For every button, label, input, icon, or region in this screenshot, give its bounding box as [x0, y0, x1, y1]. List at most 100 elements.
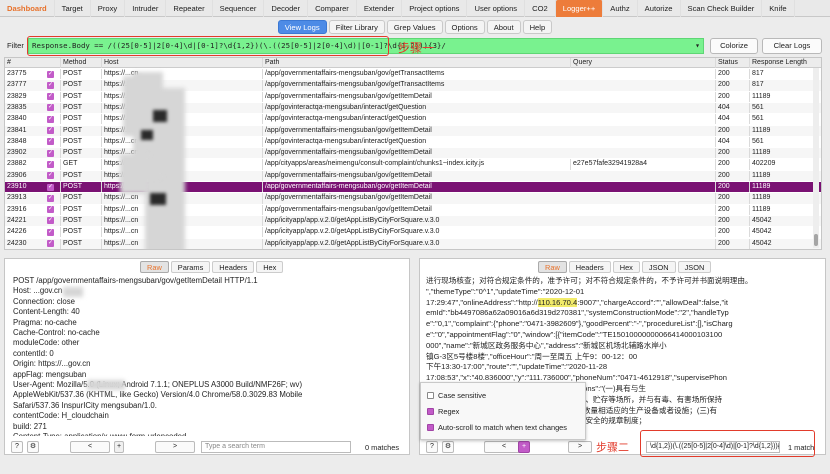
tab-request-raw[interactable]: Raw: [140, 261, 169, 273]
tab-view-logs[interactable]: View Logs: [277, 20, 327, 34]
row-checkbox[interactable]: ✓: [47, 81, 54, 89]
main-tab-target[interactable]: Target: [55, 0, 91, 17]
tab-request-headers[interactable]: Headers: [212, 261, 255, 273]
table-row[interactable]: 23913 ✓ POST https://...cn/app/governmentaf…: [5, 193, 821, 204]
tab-grep-values[interactable]: Grep Values: [386, 20, 443, 34]
cell-s: 200: [715, 91, 749, 102]
gear-icon[interactable]: ⚙: [442, 441, 454, 453]
tab-filter-library[interactable]: Filter Library: [328, 20, 385, 34]
gear-icon[interactable]: ⚙: [27, 441, 39, 453]
prev-match-button[interactable]: <: [70, 441, 110, 453]
main-tab-user-options[interactable]: User options: [467, 0, 526, 17]
scroll-thumb[interactable]: [814, 234, 818, 246]
row-checkbox[interactable]: ✓: [47, 70, 54, 78]
tab-response-json-3[interactable]: JSON: [641, 261, 676, 273]
main-tab-project-options[interactable]: Project options: [402, 0, 468, 17]
cell-n: 23906: [7, 171, 27, 179]
main-tab-sequencer[interactable]: Sequencer: [213, 0, 265, 17]
request-search-input[interactable]: Type a search term: [201, 441, 351, 453]
main-tab-proxy[interactable]: Proxy: [91, 0, 126, 17]
table-row[interactable]: 24230 ✓ POST https://...cn/app/icityapp/app…: [5, 238, 821, 249]
tab-request-params[interactable]: Params: [170, 261, 211, 273]
table-row[interactable]: 24226 ✓ POST https://...cn/app/icityapp/app…: [5, 227, 821, 238]
checkbox-icon[interactable]: [427, 408, 434, 415]
request-panel: Raw Params Headers Hex POST /app/government…: [4, 258, 410, 455]
next-match-button[interactable]: >: [155, 441, 195, 453]
tab-request-hex[interactable]: Hex: [256, 261, 284, 273]
checkbox-icon[interactable]: [427, 424, 434, 431]
main-tab-co2[interactable]: CO2: [525, 0, 556, 17]
column-header[interactable]: Query: [570, 58, 715, 69]
table-scrollbar[interactable]: [813, 68, 819, 248]
next-match-button[interactable]: >: [568, 441, 592, 453]
help-icon[interactable]: ?: [426, 441, 438, 453]
row-checkbox[interactable]: ✓: [47, 194, 54, 202]
main-tab-authz[interactable]: Authz: [603, 0, 638, 17]
main-tab-autorize[interactable]: Autorize: [638, 0, 681, 17]
main-tab-scan-check-builder[interactable]: Scan Check Builder: [681, 0, 763, 17]
help-icon[interactable]: ?: [11, 441, 23, 453]
cell-p: /app/govinteractqa-mengsuban/interact/ge…: [262, 136, 570, 148]
tab-response-json-4[interactable]: JSON: [677, 261, 712, 273]
column-header[interactable]: Response Length: [749, 58, 819, 69]
main-tab-comparer[interactable]: Comparer: [308, 0, 357, 17]
column-header[interactable]: Path: [262, 58, 570, 69]
request-line: AppleWebKit/537.36 (KHTML, like Gecko) V…: [13, 390, 303, 400]
tab-response-raw-0[interactable]: Raw: [538, 261, 567, 273]
column-header[interactable]: Status: [715, 58, 749, 69]
cell-n: 23840: [7, 115, 27, 123]
tab-response-headers-1[interactable]: Headers: [568, 261, 611, 273]
row-checkbox[interactable]: ✓: [47, 240, 54, 247]
request-raw-text[interactable]: POST /app/governmentaffairs-mengsuban/go…: [13, 276, 405, 436]
main-tab-logger-[interactable]: Logger++: [555, 0, 604, 17]
clear-logs-button[interactable]: Clear Logs: [762, 38, 822, 54]
tab-response-hex-2[interactable]: Hex: [612, 261, 640, 273]
row-checkbox[interactable]: ✓: [47, 183, 54, 191]
row-checkbox[interactable]: ✓: [47, 172, 54, 180]
table-row[interactable]: 23916 ✓ POST https://...cn/app/governmentaf…: [5, 204, 821, 215]
row-checkbox[interactable]: ✓: [47, 138, 54, 146]
tab-help[interactable]: Help: [522, 20, 553, 34]
tab-options[interactable]: Options: [444, 20, 485, 34]
main-tab-decoder[interactable]: Decoder: [264, 0, 309, 17]
cell-n: 23910: [7, 183, 27, 190]
search-option-1[interactable]: Regex: [427, 407, 459, 416]
cell-m: POST: [60, 227, 100, 238]
column-header[interactable]: #: [7, 58, 45, 68]
table-row[interactable]: 23848 ✓ POST https://...cn/app/govinteractq…: [5, 136, 821, 148]
plus-icon[interactable]: +: [114, 441, 124, 453]
tab-about[interactable]: About: [486, 20, 521, 34]
cell-m: POST: [60, 114, 100, 125]
redaction: [150, 193, 166, 205]
row-checkbox[interactable]: ✓: [47, 115, 54, 123]
cell-m: POST: [60, 69, 100, 80]
column-header[interactable]: Host: [101, 58, 261, 69]
row-checkbox[interactable]: ✓: [47, 93, 54, 101]
main-tab-intruder[interactable]: Intruder: [125, 0, 167, 17]
row-checkbox[interactable]: ✓: [47, 149, 54, 157]
chevron-down-icon[interactable]: ▾: [695, 39, 700, 53]
main-tab-dashboard[interactable]: Dashboard: [0, 0, 55, 17]
cell-m: POST: [60, 182, 100, 193]
row-checkbox[interactable]: ✓: [47, 217, 54, 225]
column-header[interactable]: Method: [60, 58, 100, 69]
main-tab-knife[interactable]: Knife: [762, 0, 795, 17]
cell-m: POST: [60, 136, 100, 148]
table-row[interactable]: 24221 ✓ POST https://...cn/app/icityapp/app…: [5, 215, 821, 227]
row-checkbox[interactable]: ✓: [47, 127, 54, 134]
cell-n: 23777: [7, 81, 27, 89]
search-option-2[interactable]: Auto-scroll to match when text changes: [427, 423, 567, 432]
main-tab-extender[interactable]: Extender: [357, 0, 403, 17]
row-checkbox[interactable]: ✓: [47, 228, 54, 236]
checkbox-icon[interactable]: [427, 392, 434, 399]
cell-m: POST: [60, 102, 100, 114]
row-checkbox[interactable]: ✓: [47, 104, 54, 112]
row-checkbox[interactable]: ✓: [47, 206, 54, 214]
request-line: appFlag: mengsuban: [13, 369, 87, 379]
colorize-button[interactable]: Colorize: [710, 38, 758, 54]
main-tab-repeater[interactable]: Repeater: [166, 0, 213, 17]
plus-icon[interactable]: +: [518, 441, 530, 453]
cell-p: /app/icityapp/app.v.2.0/getAppListByCity…: [262, 238, 570, 249]
search-option-0[interactable]: Case sensitive: [427, 391, 486, 400]
row-checkbox[interactable]: ✓: [47, 160, 54, 168]
